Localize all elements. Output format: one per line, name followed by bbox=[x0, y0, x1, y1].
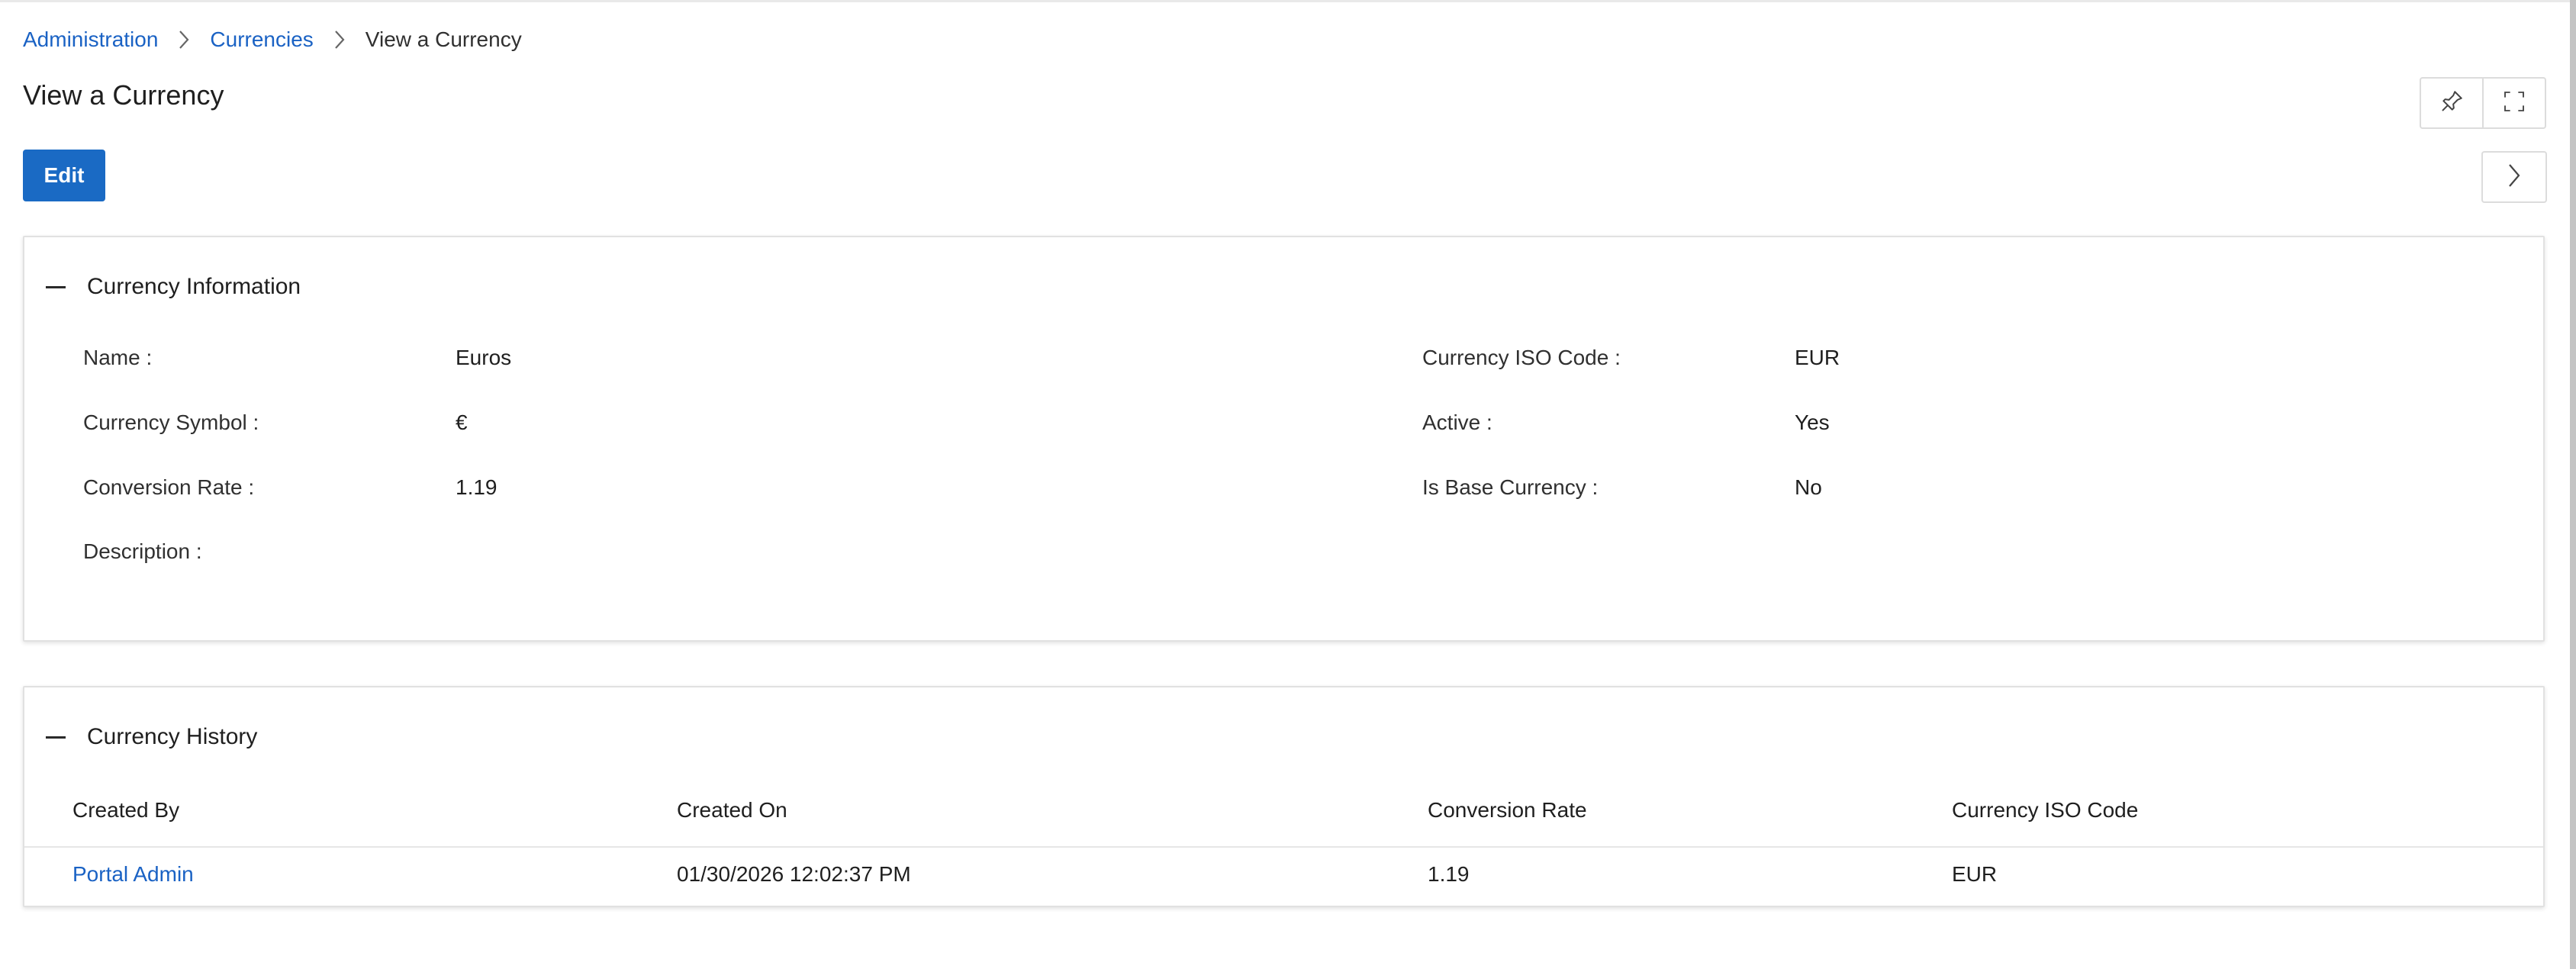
description-label: Description : bbox=[83, 539, 202, 563]
scrollbar[interactable] bbox=[2570, 0, 2576, 969]
currency-information-header[interactable]: Currency Information bbox=[46, 268, 301, 306]
column-header-conversion-rate[interactable]: Conversion Rate bbox=[1428, 798, 1587, 823]
currency-history-panel: Currency History Created By Created On C… bbox=[23, 686, 2545, 907]
conversion-rate-label: Conversion Rate : bbox=[83, 475, 255, 499]
created-by-link[interactable]: Portal Admin bbox=[72, 862, 194, 887]
currency-iso-code-value: EUR bbox=[1795, 346, 1840, 369]
chevron-right-icon bbox=[2507, 163, 2522, 192]
currency-iso-code-label: Currency ISO Code : bbox=[1422, 346, 1621, 369]
fullscreen-button[interactable] bbox=[2482, 79, 2545, 127]
collapse-icon[interactable] bbox=[46, 285, 66, 288]
currency-history-header[interactable]: Currency History bbox=[46, 718, 257, 756]
pin-icon bbox=[2439, 89, 2465, 118]
is-base-currency-label: Is Base Currency : bbox=[1422, 475, 1599, 499]
breadcrumb: Administration Currencies View a Currenc… bbox=[23, 23, 522, 56]
fullscreen-icon bbox=[2502, 89, 2526, 118]
name-value: Euros bbox=[456, 346, 512, 369]
top-border bbox=[0, 0, 2576, 2]
breadcrumb-current: View a Currency bbox=[365, 27, 522, 51]
currency-symbol-value: € bbox=[456, 410, 468, 434]
active-label: Active : bbox=[1422, 410, 1492, 434]
breadcrumb-currencies[interactable]: Currencies bbox=[210, 27, 313, 52]
active-value: Yes bbox=[1795, 410, 1830, 434]
breadcrumb-administration[interactable]: Administration bbox=[23, 27, 158, 52]
chevron-right-icon bbox=[333, 29, 346, 50]
section-title: Currency History bbox=[87, 724, 258, 749]
section-title: Currency Information bbox=[87, 274, 301, 299]
column-header-currency-iso-code[interactable]: Currency ISO Code bbox=[1952, 798, 2138, 823]
page-title: View a Currency bbox=[23, 79, 224, 111]
currency-symbol-label: Currency Symbol : bbox=[83, 410, 259, 434]
currency-information-panel: Currency Information Name : Euros Curren… bbox=[23, 236, 2545, 642]
pin-button[interactable] bbox=[2421, 79, 2482, 127]
created-on-cell: 01/30/2026 12:02:37 PM bbox=[677, 862, 911, 886]
name-label: Name : bbox=[83, 346, 153, 369]
conversion-rate-cell: 1.19 bbox=[1428, 862, 1470, 886]
currency-iso-code-cell: EUR bbox=[1952, 862, 1998, 886]
column-header-created-by[interactable]: Created By bbox=[72, 798, 179, 823]
view-controls bbox=[2420, 77, 2546, 129]
table-divider bbox=[24, 846, 2543, 848]
is-base-currency-value: No bbox=[1795, 475, 1822, 499]
conversion-rate-value: 1.19 bbox=[456, 475, 497, 499]
edit-button[interactable]: Edit bbox=[23, 150, 105, 201]
collapse-icon[interactable] bbox=[46, 736, 66, 739]
column-header-created-on[interactable]: Created On bbox=[677, 798, 787, 823]
next-record-button[interactable] bbox=[2481, 151, 2547, 203]
chevron-right-icon bbox=[178, 29, 190, 50]
